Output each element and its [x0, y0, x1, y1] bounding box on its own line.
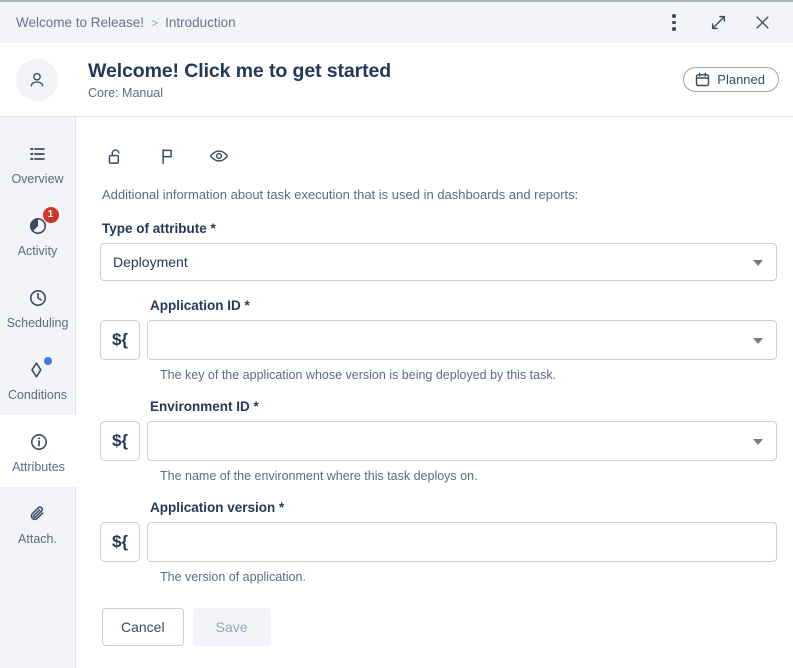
- application-version-input[interactable]: [147, 522, 777, 562]
- environment-id-variable-button[interactable]: ${: [100, 421, 140, 461]
- close-button[interactable]: [751, 12, 773, 34]
- breadcrumb-separator: >: [151, 15, 159, 30]
- type-of-attribute-select[interactable]: Deployment: [100, 243, 777, 281]
- flag-icon: [161, 148, 172, 164]
- chevron-down-icon: [753, 260, 763, 266]
- sidebar-item-overview[interactable]: Overview: [0, 127, 75, 199]
- sidebar-item-label: Scheduling: [6, 315, 69, 330]
- sidebar-item-label: Attach.: [18, 531, 57, 546]
- task-subtitle: Core: Manual: [88, 85, 164, 100]
- calendar-icon: [696, 72, 710, 87]
- application-version-variable-button[interactable]: ${: [100, 522, 140, 562]
- environment-id-field: Environment ID * ${ The name of the envi…: [100, 399, 777, 483]
- unlock-button[interactable]: [102, 143, 128, 169]
- application-id-hint: The key of the application whose version…: [160, 368, 557, 382]
- expand-arrows-icon: [711, 15, 725, 30]
- sidebar-item-activity[interactable]: 1 Activity: [0, 199, 75, 271]
- clock-icon: [25, 285, 51, 311]
- form-actions: Cancel Save: [102, 608, 777, 646]
- environment-id-input[interactable]: [147, 421, 777, 461]
- title-block: Welcome! Click me to get started Core: M…: [88, 59, 391, 99]
- type-of-attribute-field: Type of attribute * Deployment: [100, 221, 777, 281]
- pie-chart-icon: 1: [25, 206, 59, 239]
- unlock-icon: [108, 148, 120, 164]
- task-detail-window: Welcome to Release! > Introduction Welco…: [0, 0, 793, 668]
- application-id-input[interactable]: [147, 320, 777, 360]
- list-icon: [25, 141, 51, 167]
- task-header: Welcome! Click me to get started Core: M…: [0, 43, 793, 117]
- application-id-label: Application ID *: [150, 298, 250, 313]
- more-options-button[interactable]: [663, 12, 685, 34]
- task-toolbar: [100, 135, 777, 175]
- panel-description: Additional information about task execut…: [102, 187, 579, 202]
- application-version-row: ${: [100, 522, 777, 562]
- sidebar-item-label: Conditions: [7, 387, 68, 402]
- sidebar-item-scheduling[interactable]: Scheduling: [0, 271, 75, 343]
- application-version-field: Application version * ${ The version of …: [100, 500, 777, 584]
- info-circle-icon: [26, 429, 52, 455]
- paperclip-icon: [25, 501, 51, 527]
- breadcrumb-item-release[interactable]: Welcome to Release!: [16, 15, 144, 30]
- application-version-hint: The version of application.: [160, 570, 306, 584]
- sidebar-item-attributes[interactable]: Attributes: [0, 415, 77, 487]
- status-badge-label: Planned: [717, 72, 765, 87]
- person-icon: [30, 72, 44, 86]
- application-id-field: Application ID * ${ The key of the appli…: [100, 298, 777, 382]
- attributes-panel: Additional information about task execut…: [76, 117, 793, 668]
- sidebar-item-attachments[interactable]: Attach.: [0, 487, 75, 559]
- application-id-row: ${: [100, 320, 777, 360]
- breadcrumb: Welcome to Release! > Introduction: [16, 15, 236, 30]
- close-icon: [755, 16, 769, 29]
- sidebar-item-conditions[interactable]: Conditions: [0, 343, 75, 415]
- page-title: Welcome! Click me to get started: [88, 60, 392, 83]
- watch-button[interactable]: [206, 143, 232, 169]
- conditions-status-dot: [43, 356, 52, 365]
- breadcrumb-item-introduction[interactable]: Introduction: [165, 15, 236, 30]
- avatar: [16, 58, 58, 101]
- breadcrumb-bar: Welcome to Release! > Introduction: [0, 2, 793, 43]
- sidebar-item-label: Attributes: [12, 459, 65, 474]
- sidebar: Overview 1 Activity Scheduling Condition…: [0, 117, 77, 668]
- environment-id-row: ${: [100, 421, 777, 461]
- sidebar-item-label: Activity: [17, 243, 58, 258]
- type-of-attribute-value: Deployment: [113, 254, 188, 270]
- save-button[interactable]: Save: [192, 608, 271, 646]
- cancel-button[interactable]: Cancel: [102, 608, 184, 646]
- application-version-label: Application version *: [150, 500, 285, 515]
- eye-icon: [209, 150, 229, 162]
- type-of-attribute-label: Type of attribute *: [102, 221, 216, 236]
- status-badge[interactable]: Planned: [683, 67, 779, 92]
- environment-id-hint: The name of the environment where this t…: [160, 469, 478, 483]
- chevron-down-icon: [753, 338, 763, 344]
- window-actions: [663, 12, 779, 34]
- chevron-down-icon: [753, 439, 763, 445]
- flag-button[interactable]: [154, 143, 180, 169]
- kebab-menu-icon: [672, 14, 676, 31]
- diamond-icon: [25, 356, 52, 383]
- expand-button[interactable]: [707, 12, 729, 34]
- application-id-variable-button[interactable]: ${: [100, 320, 140, 360]
- sidebar-item-label: Overview: [11, 171, 64, 186]
- environment-id-label: Environment ID *: [150, 399, 259, 414]
- body-row: Overview 1 Activity Scheduling Condition…: [0, 117, 793, 668]
- activity-badge: 1: [42, 206, 59, 223]
